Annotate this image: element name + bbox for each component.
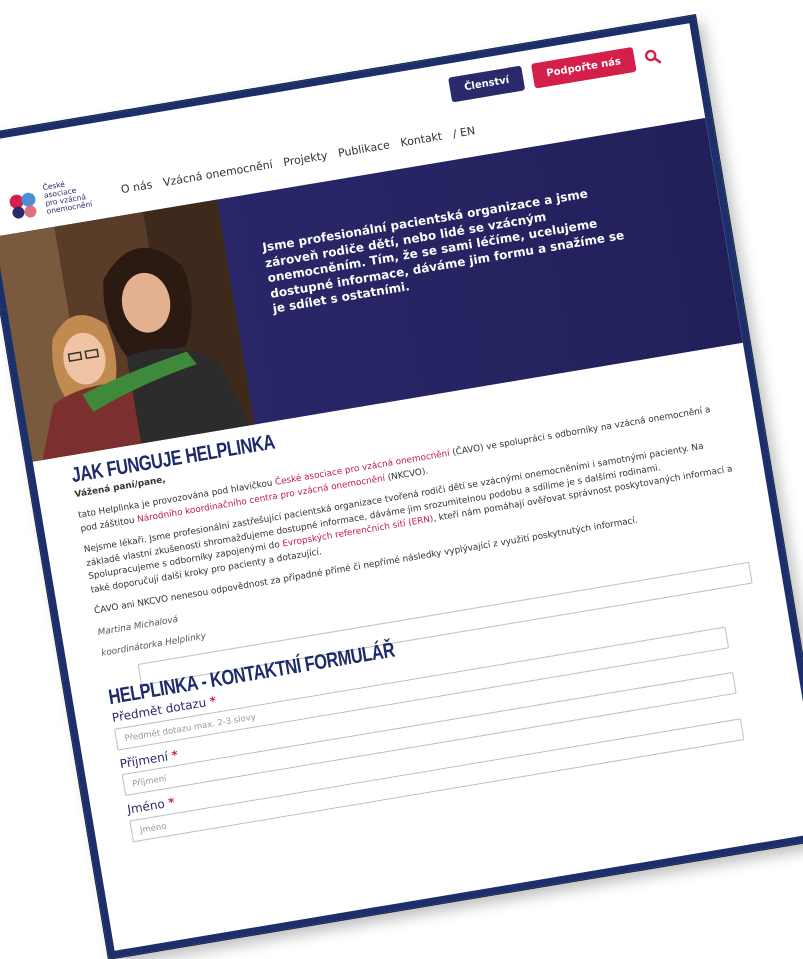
hero-text: Jsme profesionální pacientská organizace…: [261, 186, 626, 316]
input-placeholder: Jméno: [139, 821, 168, 836]
label-text: Jméno: [126, 796, 166, 817]
nav-item-language-en[interactable]: / EN: [452, 124, 476, 141]
nav-item-projekty[interactable]: Projekty: [282, 149, 328, 169]
logo-text: České asociace pro vzácná onemocnění: [42, 174, 106, 216]
hero-photo-mother-and-child: [0, 199, 255, 462]
nav-item-publikace[interactable]: Publikace: [337, 138, 391, 159]
nav-item-vzacna-onemocneni[interactable]: Vzácná onemocnění: [162, 158, 274, 189]
search-icon[interactable]: [643, 47, 662, 65]
input-placeholder: Příjmení: [131, 773, 168, 790]
required-mark: *: [170, 747, 179, 763]
required-mark: *: [167, 794, 176, 810]
support-button[interactable]: Podpořte nás: [530, 46, 637, 89]
nav-item-kontakt[interactable]: Kontakt: [399, 130, 443, 150]
required-mark: *: [208, 693, 218, 709]
membership-button[interactable]: Členství: [448, 65, 526, 103]
page-screenshot: České asociace pro vzácná onemocnění O n…: [0, 15, 803, 959]
header-actions: Členství Podpořte nás: [448, 43, 663, 103]
nav-item-o-nas[interactable]: O nás: [120, 178, 153, 196]
text-fragment: (NKCVO).: [384, 466, 429, 484]
heart-logo-icon: [9, 192, 37, 219]
